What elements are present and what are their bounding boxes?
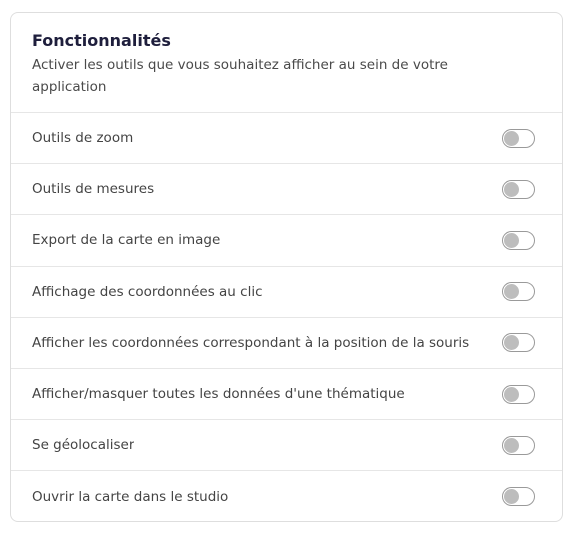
feature-row-click-coordinates: Affichage des coordonnées au clic [11, 267, 562, 318]
feature-label: Se géolocaliser [32, 437, 135, 454]
panel-description: Activer les outils que vous souhaitez af… [32, 57, 448, 95]
feature-row-theme-visibility: Afficher/masquer toutes les données d'un… [11, 369, 562, 421]
zoom-tools-toggle[interactable] [502, 128, 535, 148]
feature-label: Ouvrir la carte dans le studio [32, 488, 229, 505]
feature-row-geolocate: Se géolocaliser [11, 420, 562, 472]
feature-label: Outils de zoom [32, 130, 134, 147]
export-image-toggle[interactable] [502, 230, 535, 250]
feature-row-zoom: Outils de zoom [11, 113, 562, 165]
feature-label: Afficher/masquer toutes les données d'un… [32, 386, 405, 403]
mouse-coordinates-toggle[interactable] [502, 333, 535, 353]
feature-row-measure: Outils de mesures [11, 164, 562, 216]
panel-title: Fonctionnalités [32, 31, 171, 50]
toggle-knob [504, 437, 519, 453]
measure-tools-toggle[interactable] [502, 179, 535, 199]
toggle-knob [504, 181, 519, 197]
feature-row-mouse-coordinates: Afficher les coordonnées correspondant à… [11, 318, 562, 369]
geolocate-toggle[interactable] [502, 435, 535, 455]
theme-visibility-toggle[interactable] [502, 384, 535, 404]
click-coordinates-toggle[interactable] [502, 282, 535, 302]
feature-label: Outils de mesures [32, 181, 155, 198]
toggle-knob [504, 489, 519, 505]
feature-row-open-studio: Ouvrir la carte dans le studio [11, 471, 562, 521]
feature-label: Affichage des coordonnées au clic [32, 283, 263, 300]
toggle-knob [504, 232, 519, 248]
toggle-knob [504, 130, 519, 146]
toggle-knob [504, 386, 519, 402]
feature-label: Export de la carte en image [32, 232, 221, 249]
feature-row-export-image: Export de la carte en image [11, 215, 562, 267]
toggle-knob [504, 335, 519, 351]
open-studio-toggle[interactable] [502, 487, 535, 507]
toggle-knob [504, 284, 519, 300]
feature-label: Afficher les coordonnées correspondant à… [32, 334, 470, 351]
features-panel: Fonctionnalités Activer les outils que v… [10, 12, 563, 522]
panel-header: Fonctionnalités Activer les outils que v… [11, 13, 562, 113]
